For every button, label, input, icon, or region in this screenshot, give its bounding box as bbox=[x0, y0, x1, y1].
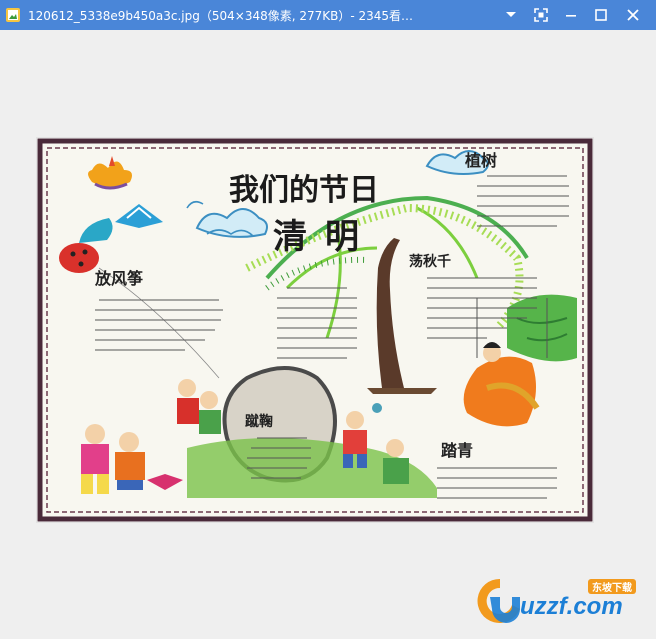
app-icon bbox=[5, 7, 21, 23]
displayed-image[interactable]: 我们的节日 清明 放风筝 植树 荡秋千 蹴鞠 踏青 bbox=[37, 138, 593, 522]
poster-subtitle: 清明 bbox=[273, 217, 377, 257]
section-cuju: 蹴鞠 bbox=[245, 413, 273, 430]
chevron-down-icon bbox=[506, 12, 516, 17]
right-foliage bbox=[507, 294, 577, 362]
maximize-icon bbox=[595, 9, 607, 21]
section-swing: 荡秋千 bbox=[409, 253, 451, 270]
site-watermark: 东坡下载 uzzf.com bbox=[470, 573, 650, 629]
section-outing: 踏青 bbox=[441, 441, 473, 460]
fit-screen-icon bbox=[534, 8, 548, 22]
minimize-icon bbox=[566, 15, 576, 17]
watermark-brand: uzzf.com bbox=[520, 593, 623, 620]
close-icon bbox=[627, 9, 639, 21]
section-trees: 植树 bbox=[464, 151, 497, 170]
poster-illustration: 我们的节日 清明 放风筝 植树 荡秋千 蹴鞠 踏青 bbox=[37, 138, 593, 522]
maximize-button[interactable] bbox=[588, 3, 614, 27]
minimize-button[interactable] bbox=[558, 3, 584, 27]
watermark-tag: 东坡下载 bbox=[588, 579, 636, 594]
menu-button[interactable] bbox=[498, 3, 524, 27]
poster-title: 我们的节日 bbox=[229, 173, 379, 208]
window-title: 120612_5338e9b450a3c.jpg（504×348像素, 277K… bbox=[28, 8, 414, 23]
close-button[interactable] bbox=[620, 3, 646, 27]
section-kite: 放风筝 bbox=[94, 269, 143, 288]
window-titlebar[interactable]: 120612_5338e9b450a3c.jpg（504×348像素, 277K… bbox=[0, 0, 656, 30]
fit-screen-button[interactable] bbox=[528, 3, 554, 27]
